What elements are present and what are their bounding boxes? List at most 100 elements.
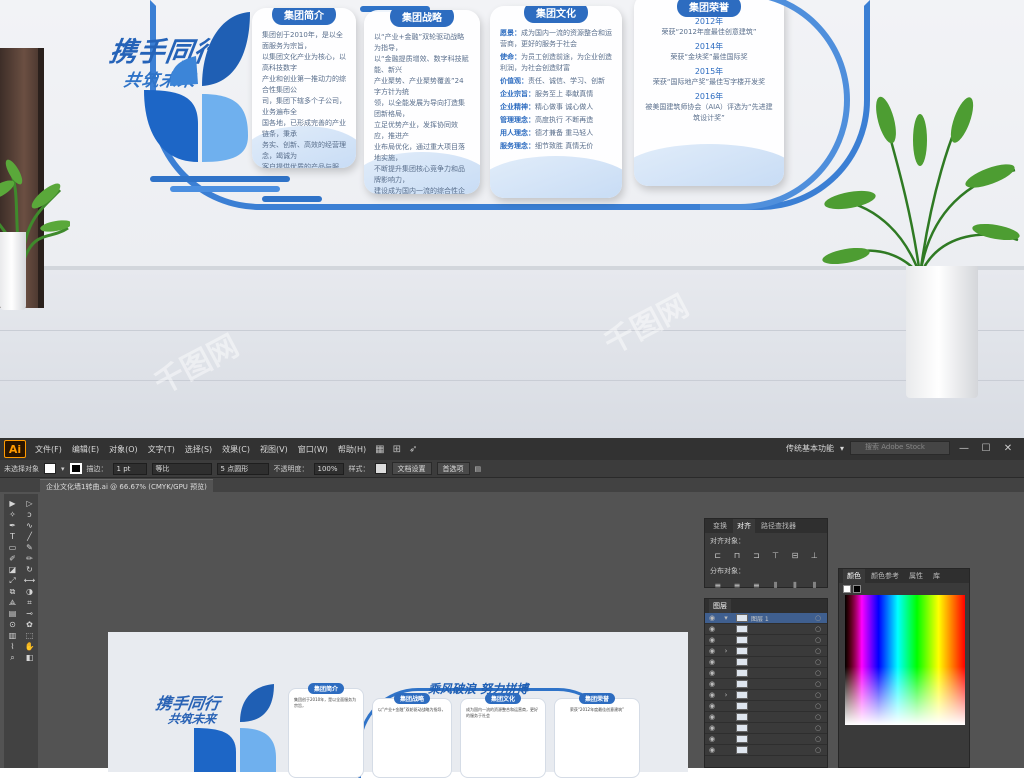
- arrange-documents-icon[interactable]: ▦: [371, 444, 388, 455]
- target-icon[interactable]: ○: [815, 636, 827, 644]
- canvas-area[interactable]: 携手同行 共筑未来 乘风破浪 努力拼搏 集团简介 集团创于2010年，是以全面服…: [40, 494, 700, 778]
- target-icon[interactable]: ○: [815, 691, 827, 699]
- rectangle-tool-icon[interactable]: ▭: [4, 542, 21, 553]
- align-right-icon[interactable]: ⊐: [752, 551, 761, 561]
- eye-icon[interactable]: ◉: [705, 724, 719, 732]
- variable-width-profile[interactable]: 等比: [151, 462, 212, 475]
- layer-name[interactable]: 图层 1: [751, 614, 815, 623]
- scale-tool-icon[interactable]: ⤢: [4, 575, 21, 586]
- fill-stroke-icon[interactable]: ◧: [21, 652, 38, 663]
- sublayer-row[interactable]: ◉ ○: [705, 701, 827, 712]
- perspective-tool-icon[interactable]: ⟁: [4, 597, 21, 608]
- artboard[interactable]: 携手同行 共筑未来 乘风破浪 努力拼搏 集团简介 集团创于2010年，是以全面服…: [108, 632, 688, 778]
- eraser-tool-icon[interactable]: ◪: [4, 564, 21, 575]
- line-tool-icon[interactable]: ╱: [21, 531, 38, 542]
- workspace-switcher[interactable]: 传统基本功能: [786, 443, 834, 454]
- chevron-right-icon[interactable]: ›: [719, 691, 733, 699]
- chevron-down-icon[interactable]: ▾: [840, 444, 844, 453]
- tab-libraries[interactable]: 库: [929, 571, 944, 581]
- sublayer-row[interactable]: ◉ › ○: [705, 646, 827, 657]
- tab-transform[interactable]: 变换: [709, 521, 731, 531]
- eye-icon[interactable]: ◉: [705, 713, 719, 721]
- menu-window[interactable]: 窗口(W): [293, 444, 333, 455]
- none-swatch[interactable]: [843, 585, 851, 593]
- document-tab[interactable]: 企业文化墙1转曲.ai @ 66.67% (CMYK/GPU 预览): [40, 479, 213, 492]
- curvature-tool-icon[interactable]: ∿: [21, 520, 38, 531]
- gradient-tool-icon[interactable]: ▤: [4, 608, 21, 619]
- menu-effect[interactable]: 效果(C): [217, 444, 255, 455]
- sublayer-row[interactable]: ◉ ○: [705, 734, 827, 745]
- graph-tool-icon[interactable]: ▥: [4, 630, 21, 641]
- blend-tool-icon[interactable]: ⊙: [4, 619, 21, 630]
- mesh-tool-icon[interactable]: ⌗: [21, 597, 38, 608]
- sublayer-row[interactable]: ◉ ○: [705, 657, 827, 668]
- tab-align[interactable]: 对齐: [733, 519, 755, 533]
- chevron-down-icon[interactable]: ▾: [719, 614, 733, 622]
- black-swatch[interactable]: [853, 585, 861, 593]
- direct-selection-tool-icon[interactable]: ▷: [21, 498, 38, 509]
- align-vcenter-icon[interactable]: ⊟: [790, 551, 799, 561]
- eye-icon[interactable]: ◉: [705, 680, 719, 688]
- target-icon[interactable]: ○: [815, 735, 827, 743]
- target-icon[interactable]: ○: [815, 724, 827, 732]
- target-icon[interactable]: ○: [815, 614, 827, 622]
- distribute-vcenter-icon[interactable]: ≡: [732, 581, 741, 591]
- distribute-top-icon[interactable]: ≡: [713, 581, 722, 591]
- gpu-performance-icon[interactable]: ➶: [405, 444, 421, 455]
- eye-icon[interactable]: ◉: [705, 669, 719, 677]
- tab-layers[interactable]: 图层: [709, 599, 731, 613]
- eye-icon[interactable]: ◉: [705, 614, 719, 622]
- sublayer-row[interactable]: ◉ ○: [705, 745, 827, 756]
- menu-edit[interactable]: 编辑(E): [67, 444, 104, 455]
- align-left-icon[interactable]: ⊏: [713, 551, 722, 561]
- target-icon[interactable]: ○: [815, 647, 827, 655]
- sublayer-row[interactable]: ◉ › ○: [705, 690, 827, 701]
- align-top-icon[interactable]: ⊤: [771, 551, 780, 561]
- menu-view[interactable]: 视图(V): [255, 444, 293, 455]
- target-icon[interactable]: ○: [815, 669, 827, 677]
- opacity-field[interactable]: 100%: [313, 462, 344, 475]
- menu-object[interactable]: 对象(O): [104, 444, 143, 455]
- minimize-icon[interactable]: —: [956, 443, 972, 454]
- stock-search-input[interactable]: 搜索 Adobe Stock: [850, 441, 950, 455]
- close-icon[interactable]: ✕: [1000, 443, 1016, 454]
- type-tool-icon[interactable]: T: [4, 531, 21, 542]
- eye-icon[interactable]: ◉: [705, 735, 719, 743]
- eye-icon[interactable]: ◉: [705, 658, 719, 666]
- tab-color-guide[interactable]: 颜色参考: [867, 571, 903, 581]
- stroke-swatch[interactable]: [69, 463, 82, 474]
- eye-icon[interactable]: ◉: [705, 625, 719, 633]
- rotate-tool-icon[interactable]: ↻: [21, 564, 38, 575]
- eye-icon[interactable]: ◉: [705, 746, 719, 754]
- bridge-icon[interactable]: ⊞: [389, 444, 405, 455]
- sublayer-row[interactable]: ◉ ○: [705, 723, 827, 734]
- shaper-tool-icon[interactable]: ✐: [4, 553, 21, 564]
- brush-definition[interactable]: 5 点圆形: [216, 462, 269, 475]
- sublayer-row[interactable]: ◉ ○: [705, 679, 827, 690]
- distribute-bottom-icon[interactable]: ≡: [752, 581, 761, 591]
- eye-icon[interactable]: ◉: [705, 702, 719, 710]
- sublayer-row[interactable]: ◉ ○: [705, 668, 827, 679]
- menu-type[interactable]: 文字(T): [143, 444, 180, 455]
- eye-icon[interactable]: ◉: [705, 691, 719, 699]
- pen-tool-icon[interactable]: ✒: [4, 520, 21, 531]
- sublayer-row[interactable]: ◉ ○: [705, 624, 827, 635]
- stroke-weight-field[interactable]: 1 pt: [112, 462, 147, 475]
- symbol-tool-icon[interactable]: ✿: [21, 619, 38, 630]
- chevron-down-icon[interactable]: ▾: [61, 465, 65, 473]
- align-bottom-icon[interactable]: ⊥: [810, 551, 819, 561]
- menu-select[interactable]: 选择(S): [180, 444, 217, 455]
- preferences-button[interactable]: 首选项: [436, 462, 470, 475]
- target-icon[interactable]: ○: [815, 658, 827, 666]
- distribute-hcenter-icon[interactable]: ⫴: [790, 581, 799, 591]
- eye-icon[interactable]: ◉: [705, 636, 719, 644]
- tab-pathfinder[interactable]: 路径查找器: [757, 521, 800, 531]
- width-tool-icon[interactable]: ⟷: [21, 575, 38, 586]
- arrange-icon[interactable]: ▤: [475, 465, 482, 473]
- target-icon[interactable]: ○: [815, 625, 827, 633]
- fill-swatch[interactable]: [44, 463, 56, 474]
- shape-builder-tool-icon[interactable]: ◑: [21, 586, 38, 597]
- distribute-left-icon[interactable]: ⫴: [771, 581, 780, 591]
- menu-file[interactable]: 文件(F): [30, 444, 67, 455]
- color-spectrum[interactable]: [845, 595, 965, 725]
